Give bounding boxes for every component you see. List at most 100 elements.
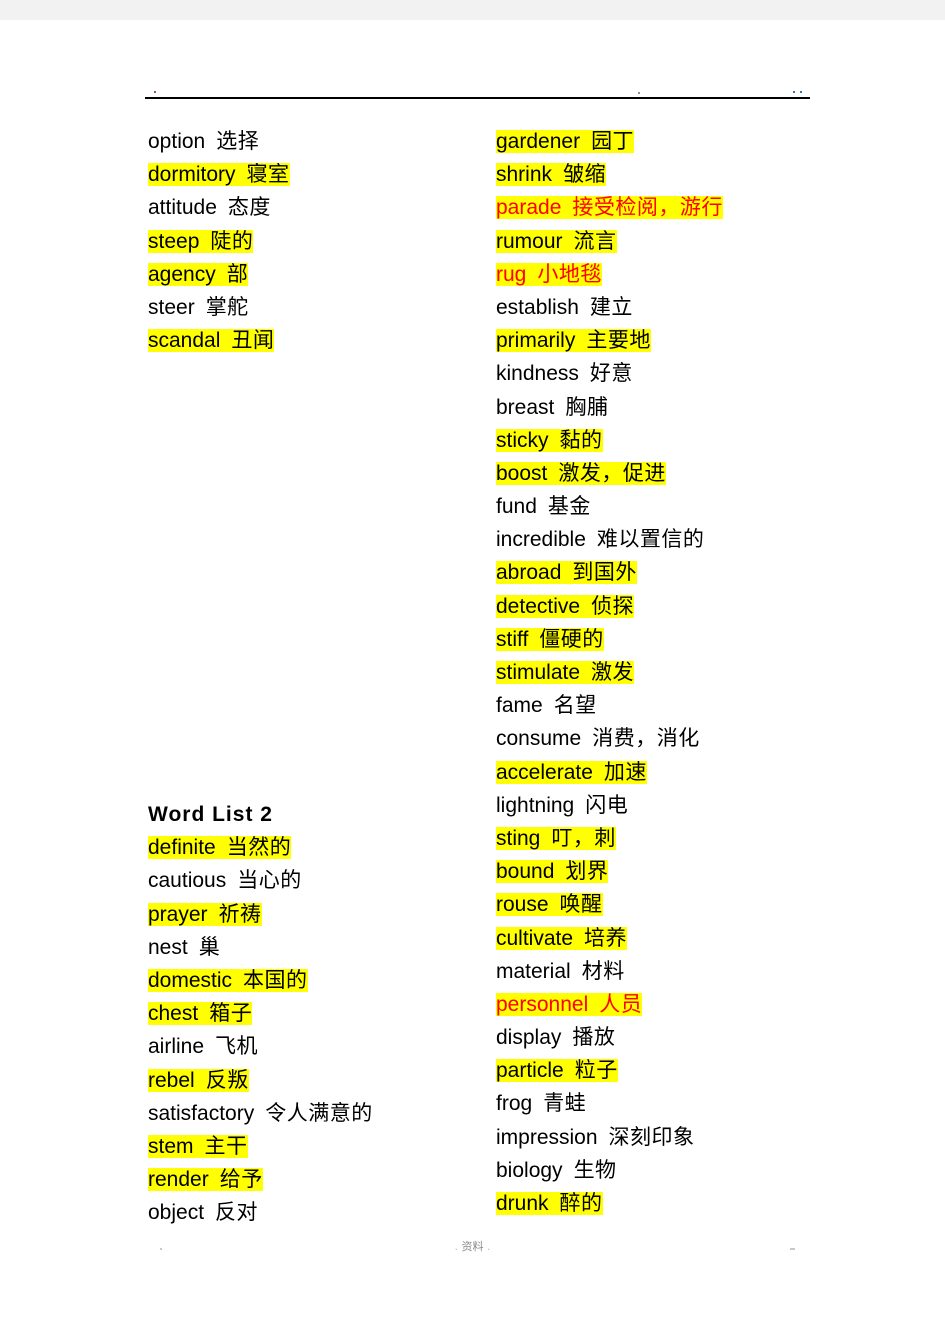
entry-word: establish [496, 295, 579, 319]
entry-run: stiff 僵硬的 [496, 626, 604, 651]
entry-word: cautious [148, 869, 227, 893]
entry-word: primarily [496, 329, 576, 353]
entry-translation: 生物 [573, 1157, 617, 1182]
right-entry: kindness 好意 [496, 357, 896, 390]
entry-word: sticky [496, 428, 549, 452]
entry-translation: 部 [226, 261, 249, 286]
entry-word: steer [148, 295, 195, 319]
entry-translation: 当心的 [237, 868, 302, 893]
entry-run: accelerate 加速 [496, 760, 647, 784]
left-bottom-entry: definite 当然的 [148, 831, 478, 864]
entry-translation: 陡的 [210, 228, 254, 253]
entry-translation: 小地毯 [537, 261, 602, 286]
entry-word: biology [496, 1158, 563, 1182]
entry-run: display 播放 [496, 1025, 615, 1049]
right-entry: accelerate 加速 [496, 756, 896, 789]
entry-word: stem [148, 1134, 194, 1158]
entry-translation: 令人满意的 [265, 1100, 373, 1125]
entry-translation: 僵硬的 [539, 626, 604, 651]
entry-translation: 接受检阅，游行 [572, 195, 723, 220]
entry-word: frog [496, 1092, 533, 1116]
right-entry: particle 粒子 [496, 1054, 896, 1087]
entry-run: airline 飞机 [148, 1034, 258, 1059]
entry-run: fund 基金 [496, 494, 591, 519]
right-entry: impression 深刻印象 [496, 1121, 896, 1154]
entry-word: particle [496, 1059, 564, 1083]
entry-translation: 建立 [589, 294, 633, 319]
entry-translation: 激发，促进 [558, 460, 666, 485]
footer-artifact-right [790, 1248, 795, 1250]
footer-artifact-left [160, 1248, 162, 1250]
entry-word: rug [496, 262, 527, 286]
right-entry: rouse 唤醒 [496, 888, 896, 921]
entry-run: incredible 难以置信的 [496, 527, 704, 551]
left-bottom-entry: stem 主干 [148, 1130, 478, 1163]
entry-run: shrink 皱缩 [496, 162, 607, 187]
word-list-column-left-bottom: Word List 2 definite 当然的 cautious 当心的 prayer… [148, 798, 478, 1229]
entry-word: attitude [148, 196, 217, 220]
entry-translation: 胸脯 [565, 394, 609, 419]
entry-run: attitude 态度 [148, 195, 271, 220]
entry-word: impression [496, 1125, 598, 1149]
right-entry: boost 激发，促进 [496, 457, 896, 490]
right-entry: fame 名望 [496, 689, 896, 722]
left-bottom-entry: nest 巢 [148, 931, 478, 964]
left-bottom-entry: object 反对 [148, 1196, 478, 1229]
entry-run: breast 胸脯 [496, 394, 609, 419]
entry-translation: 基金 [547, 494, 591, 519]
entry-run: steep 陡的 [148, 228, 254, 253]
left-top-entry: steep 陡的 [148, 225, 478, 258]
right-entry: cultivate 培养 [496, 922, 896, 955]
entry-run: chest 箱子 [148, 1001, 253, 1026]
entry-word: definite [148, 836, 216, 860]
entry-translation: 黏的 [559, 427, 603, 452]
entry-run: steer 掌舵 [148, 295, 249, 319]
entry-translation: 主要地 [586, 328, 651, 353]
entry-translation: 培养 [584, 925, 628, 950]
entry-word: airline [148, 1035, 205, 1059]
entry-run: sting 叮，刺 [496, 826, 616, 850]
word-list-column-left-top: option 选择 dormitory 寝室 attitude 态度 steep 陡的 agen… [148, 125, 478, 357]
entry-word: accelerate [496, 760, 593, 784]
right-entry: sting 叮，刺 [496, 822, 896, 855]
entry-word: domestic [148, 968, 233, 992]
entry-translation: 消费，消化 [592, 726, 700, 751]
right-entry: gardener 园丁 [496, 125, 896, 158]
entry-word: material [496, 959, 571, 983]
entry-translation: 唤醒 [559, 892, 603, 917]
entry-translation: 反对 [215, 1200, 259, 1225]
right-entry: primarily 主要地 [496, 324, 896, 357]
right-entry: lightning 闪电 [496, 789, 896, 822]
right-entry: shrink 皱缩 [496, 158, 896, 191]
entry-run: rouse 唤醒 [496, 892, 603, 917]
entry-run: lightning 闪电 [496, 793, 628, 817]
entry-word: steep [148, 229, 200, 253]
right-entry: biology 生物 [496, 1154, 896, 1187]
entry-word: rouse [496, 893, 549, 917]
left-top-entry: scandal 丑闻 [148, 324, 478, 357]
entry-translation: 主干 [204, 1133, 248, 1158]
entry-run: sticky 黏的 [496, 427, 603, 452]
entry-run: agency 部 [148, 261, 249, 286]
right-entry: rumour 流言 [496, 225, 896, 258]
entry-word: abroad [496, 561, 562, 585]
entry-word: prayer [148, 902, 208, 926]
entry-run: frog 青蛙 [496, 1091, 586, 1116]
footer-right-dot: . [487, 1240, 491, 1253]
entry-translation: 寝室 [246, 162, 290, 187]
entry-word: cultivate [496, 926, 574, 950]
entry-word: sting [496, 826, 541, 850]
footer-label: 资料 [461, 1240, 484, 1253]
entry-translation: 本国的 [243, 967, 308, 992]
entry-run: object 反对 [148, 1200, 259, 1225]
entry-word: satisfactory [148, 1101, 255, 1125]
entry-translation: 激发 [591, 660, 635, 684]
entry-run: rumour 流言 [496, 229, 617, 253]
entry-run: stimulate 激发 [496, 660, 635, 684]
right-entry: fund 基金 [496, 490, 896, 523]
right-entry: consume 消费，消化 [496, 722, 896, 755]
right-entry: incredible 难以置信的 [496, 523, 896, 556]
entry-run: satisfactory 令人满意的 [148, 1100, 373, 1125]
left-top-entry: dormitory 寝室 [148, 158, 478, 191]
entry-run: material 材料 [496, 959, 625, 983]
